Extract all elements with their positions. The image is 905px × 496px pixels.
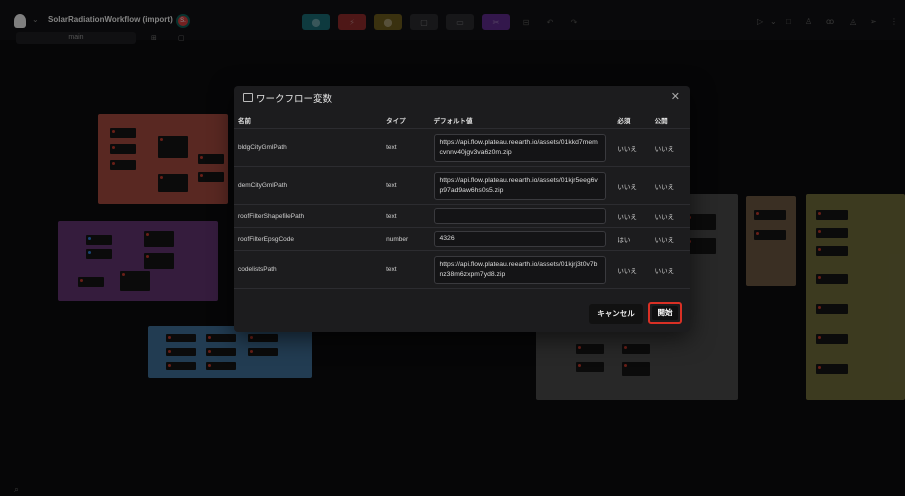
public-value: いいえ	[654, 166, 690, 205]
public-value: いいえ	[654, 204, 690, 228]
table-row: roofFilterEpsgCode number 4326 はい いいえ	[234, 227, 690, 251]
default-value-input[interactable]: https://api.flow.plateau.reearth.io/asse…	[433, 133, 606, 162]
required-value: いいえ	[611, 128, 655, 167]
variables-icon	[243, 93, 253, 102]
public-value: いいえ	[654, 250, 690, 289]
required-value: いいえ	[611, 204, 655, 228]
dialog-header: ワークフロー変数 ✕	[234, 86, 690, 108]
variable-type: text	[386, 166, 434, 205]
start-button[interactable]: 開始	[648, 302, 682, 324]
cancel-button[interactable]: キャンセル	[589, 304, 643, 324]
table-row: codelistsPath text https://api.flow.plat…	[234, 250, 690, 289]
variable-type: text	[386, 204, 434, 228]
variable-name: demCityGmlPath	[234, 166, 387, 205]
variable-type: text	[386, 128, 434, 167]
workflow-variables-dialog: ワークフロー変数 ✕ 名前 タイプ デフォルト値 必須 公開 bldgCityG…	[234, 86, 690, 332]
dialog-title: ワークフロー変数	[256, 94, 333, 105]
dialog-footer: キャンセル 開始	[234, 302, 690, 332]
variable-name: roofFilterEpsgCode	[234, 227, 387, 251]
column-header-required: 必須	[611, 112, 655, 129]
variable-name: bldgCityGmlPath	[234, 128, 387, 167]
default-value-input[interactable]	[433, 208, 606, 224]
required-value: はい	[611, 227, 655, 251]
variable-type: text	[386, 250, 434, 289]
variables-table: 名前 タイプ デフォルト値 必須 公開 bldgCityGmlPath text…	[234, 112, 690, 289]
public-value: いいえ	[654, 227, 690, 251]
public-value: いいえ	[654, 128, 690, 167]
column-header-name: 名前	[234, 112, 387, 129]
default-value-input[interactable]: https://api.flow.plateau.reearth.io/asse…	[433, 171, 606, 200]
default-value-input[interactable]: https://api.flow.plateau.reearth.io/asse…	[433, 255, 606, 284]
variable-name: roofFilterShapefilePath	[234, 204, 387, 228]
required-value: いいえ	[611, 166, 655, 205]
column-header-type: タイプ	[386, 112, 434, 129]
required-value: いいえ	[611, 250, 655, 289]
column-header-default-value: デフォルト値	[433, 112, 612, 129]
close-icon[interactable]: ✕	[671, 90, 680, 103]
table-row: bldgCityGmlPath text https://api.flow.pl…	[234, 128, 690, 167]
table-row: roofFilterShapefilePath text いいえ いいえ	[234, 204, 690, 228]
default-value-input[interactable]: 4326	[433, 231, 606, 247]
variable-name: codelistsPath	[234, 250, 387, 289]
column-header-public: 公開	[654, 112, 690, 129]
variable-type: number	[386, 227, 434, 251]
table-row: demCityGmlPath text https://api.flow.pla…	[234, 166, 690, 205]
start-button-label: 開始	[652, 306, 678, 320]
